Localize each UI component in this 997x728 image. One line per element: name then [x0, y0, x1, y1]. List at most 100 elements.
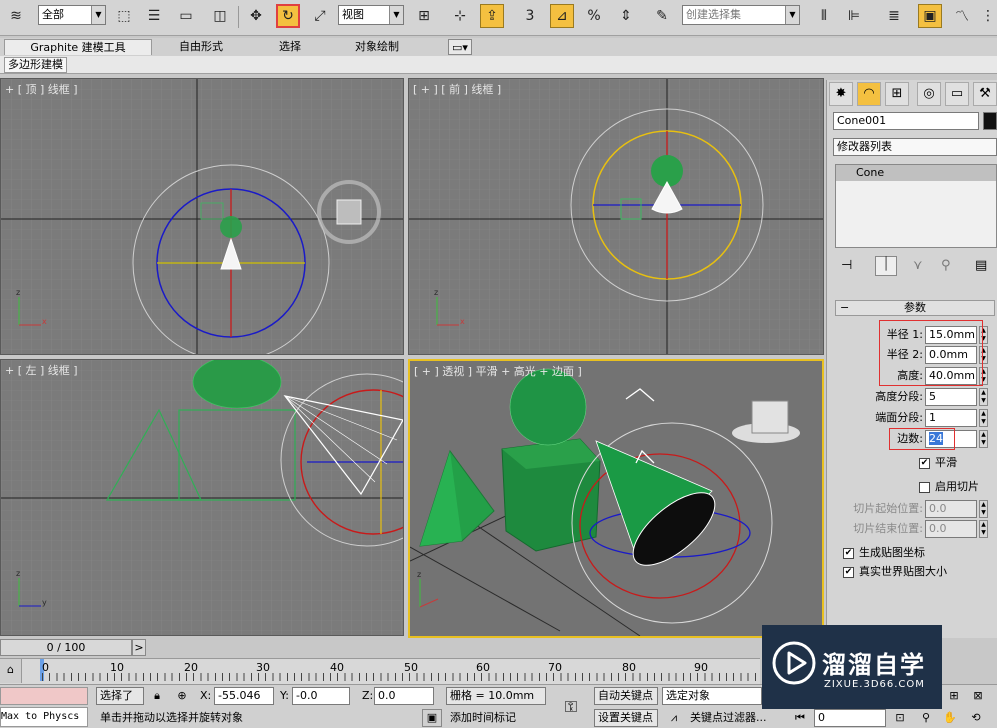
snap-toggle-icon[interactable]: 3	[518, 4, 542, 28]
motion-tab-icon[interactable]: ◎	[917, 82, 941, 106]
show-end-result-icon[interactable]: ⏐	[875, 256, 897, 276]
viewport-left[interactable]: + [ 左 ] 线框 ] z y	[0, 359, 404, 636]
prev-key-icon[interactable]: ⏮	[788, 709, 812, 727]
x-coord-field[interactable]: -55.046	[214, 687, 274, 705]
lock-icon[interactable]: 🔒︎	[148, 687, 166, 705]
selection-set-dropdown[interactable]: 选定对象	[662, 687, 762, 705]
track-ruler: 0 10 20 30 40 50 60 70 80 90	[42, 661, 760, 681]
scale-icon[interactable]: ⤢	[308, 4, 332, 28]
maxscript-listener-pink[interactable]	[0, 687, 88, 705]
undo-icon[interactable]: ≋	[4, 4, 28, 28]
pivot-center-icon[interactable]: ⊞	[412, 4, 436, 28]
pan-icon[interactable]: ✋	[940, 709, 960, 727]
current-frame-field[interactable]: 0	[814, 709, 886, 727]
mirror-icon[interactable]: ⫴	[812, 4, 836, 28]
auto-key-button[interactable]: 自动关键点	[594, 687, 658, 705]
set-key-button[interactable]: 设置关键点	[594, 709, 658, 727]
real-world-map-checkbox[interactable]: ✔	[843, 567, 854, 578]
object-name-field[interactable]: Cone001	[833, 112, 979, 130]
ruler-ticks	[42, 673, 760, 681]
height-segments-spinner[interactable]: ▲ ▼	[979, 388, 988, 406]
tab-freeform[interactable]: 自由形式	[158, 39, 244, 55]
graphite-toggle-icon[interactable]: ▣	[918, 4, 942, 28]
configure-sets-icon[interactable]: ▤	[975, 258, 987, 273]
add-time-tag[interactable]: 添加时间标记	[450, 709, 516, 727]
viewport-top[interactable]: + [ 顶 ] 线框 ] z x	[0, 78, 404, 355]
viewport-top-label[interactable]: + [ 顶 ] 线框 ]	[5, 81, 78, 97]
zoom-icon[interactable]: ⚲	[916, 709, 936, 727]
curve-editor-icon[interactable]: 〽	[950, 4, 974, 28]
schematic-icon[interactable]: ⋮	[976, 4, 997, 28]
tab-object-paint[interactable]: 对象绘制	[334, 39, 420, 55]
make-unique-icon[interactable]: ⋎	[913, 258, 923, 273]
remove-modifier-icon[interactable]: ⚲	[941, 258, 951, 273]
cap-segments-spinner[interactable]: ▲ ▼	[979, 409, 988, 427]
polygon-modeling-panel[interactable]: 多边形建模	[4, 57, 67, 73]
y-coord-field[interactable]: -0.0	[292, 687, 350, 705]
smooth-checkbox[interactable]: ✔	[919, 458, 930, 469]
time-config-icon[interactable]: ⊡	[890, 709, 910, 727]
height-segments-field[interactable]: 5	[925, 388, 977, 406]
maxscript-mini-listener[interactable]: Max to Physcs (	[0, 707, 88, 727]
selection-filter-dropdown[interactable]: 全部 ▼	[38, 5, 106, 25]
object-color-swatch[interactable]	[983, 112, 997, 130]
key-filter-icon[interactable]: ⩘	[664, 709, 684, 727]
slice-to-spinner[interactable]: ▲ ▼	[979, 520, 988, 538]
sides-spinner[interactable]: ▲ ▼	[979, 430, 988, 448]
move-icon[interactable]: ✥	[244, 4, 268, 28]
named-selection-dropdown[interactable]: 创建选择集 ▼	[682, 5, 800, 25]
rect-selection-icon[interactable]: ▭	[174, 4, 198, 28]
modify-tab-icon[interactable]: ◠	[857, 82, 881, 106]
tab-selection[interactable]: 选择	[252, 39, 328, 55]
create-tab-icon[interactable]: ✸	[829, 82, 853, 106]
window-crossing-icon[interactable]: ◫	[208, 4, 232, 28]
utilities-tab-icon[interactable]: ⚒	[973, 82, 997, 106]
select-by-name-icon[interactable]: ☰	[142, 4, 166, 28]
display-tab-icon[interactable]: ▭	[945, 82, 969, 106]
select-object-icon[interactable]: ⬚	[112, 4, 136, 28]
slice-from-field[interactable]: 0.0	[925, 500, 977, 518]
slice-on-checkbox[interactable]	[919, 482, 930, 493]
stack-item-cone[interactable]: Cone	[836, 165, 996, 181]
rotate-icon[interactable]: ↻	[276, 4, 300, 28]
time-slider-handle[interactable]: 0 / 100	[0, 639, 132, 656]
viewport-front-label[interactable]: [ + ] [ 前 ] 线框 ]	[413, 81, 501, 97]
viewport-front[interactable]: [ + ] [ 前 ] 线框 ] z x	[408, 78, 824, 355]
ribbon-options-button[interactable]: ▭▾	[448, 39, 472, 55]
main-toolbar: ≋ 全部 ▼ ⬚ ☰ ▭ ◫ ✥ ↻ ⤢ 视图 ▼ ⊞ ⊹ ⇪ 3 ⊿ % ⇕ …	[0, 0, 997, 36]
pin-stack-icon[interactable]: ⊣	[841, 258, 852, 273]
modifier-list-dropdown[interactable]: 修改器列表	[833, 138, 997, 156]
parameters-rollout-header[interactable]: − 参数	[835, 300, 995, 316]
chevron-down-icon: ▼	[91, 6, 105, 24]
viewport-left-label[interactable]: + [ 左 ] 线框 ]	[5, 362, 78, 378]
time-tag-icon[interactable]: ▣	[422, 709, 442, 727]
spinner-snap-icon[interactable]: ⇕	[614, 4, 638, 28]
viewport-perspective[interactable]: [ + ] 透视 ] 平滑 + 高光 + 边面 ] z	[408, 359, 824, 638]
mini-curve-editor-icon[interactable]: ⌂	[0, 659, 22, 683]
set-key-icon[interactable]: ⚿	[556, 695, 586, 719]
next-frame-button[interactable]: >	[132, 639, 146, 656]
viewport-perspective-label[interactable]: [ + ] 透视 ] 平滑 + 高光 + 边面 ]	[414, 363, 582, 379]
orbit-icon[interactable]: ⟲	[966, 709, 986, 727]
absolute-mode-icon[interactable]: ⊕	[172, 687, 192, 705]
zoom-extents-icon[interactable]: ⊞	[944, 687, 964, 705]
slice-to-field[interactable]: 0.0	[925, 520, 977, 538]
edit-named-selection-icon[interactable]: ✎	[650, 4, 674, 28]
manipulate-icon[interactable]: ⊹	[448, 4, 472, 28]
percent-snap-icon[interactable]: %	[582, 4, 606, 28]
maximize-viewport-icon[interactable]: ⊠	[968, 687, 988, 705]
tab-graphite[interactable]: Graphite 建模工具	[4, 39, 152, 55]
slice-from-spinner[interactable]: ▲ ▼	[979, 500, 988, 518]
hierarchy-tab-icon[interactable]: ⊞	[885, 82, 909, 106]
gen-map-coords-checkbox[interactable]: ✔	[843, 548, 854, 559]
z-coord-field[interactable]: 0.0	[374, 687, 434, 705]
keyboard-shortcut-override-icon[interactable]: ⇪	[480, 4, 504, 28]
selection-count: 选择了	[96, 687, 144, 705]
layer-manager-icon[interactable]: ≣	[882, 4, 906, 28]
key-filters-button[interactable]: 关键点过滤器...	[690, 709, 767, 727]
cap-segments-field[interactable]: 1	[925, 409, 977, 427]
align-icon[interactable]: ⊫	[842, 4, 866, 28]
reference-coord-dropdown[interactable]: 视图 ▼	[338, 5, 404, 25]
angle-snap-icon[interactable]: ⊿	[550, 4, 574, 28]
track-bar[interactable]: ⌂ 0 10 20 30 40 50 60 70 80 90	[0, 658, 760, 684]
